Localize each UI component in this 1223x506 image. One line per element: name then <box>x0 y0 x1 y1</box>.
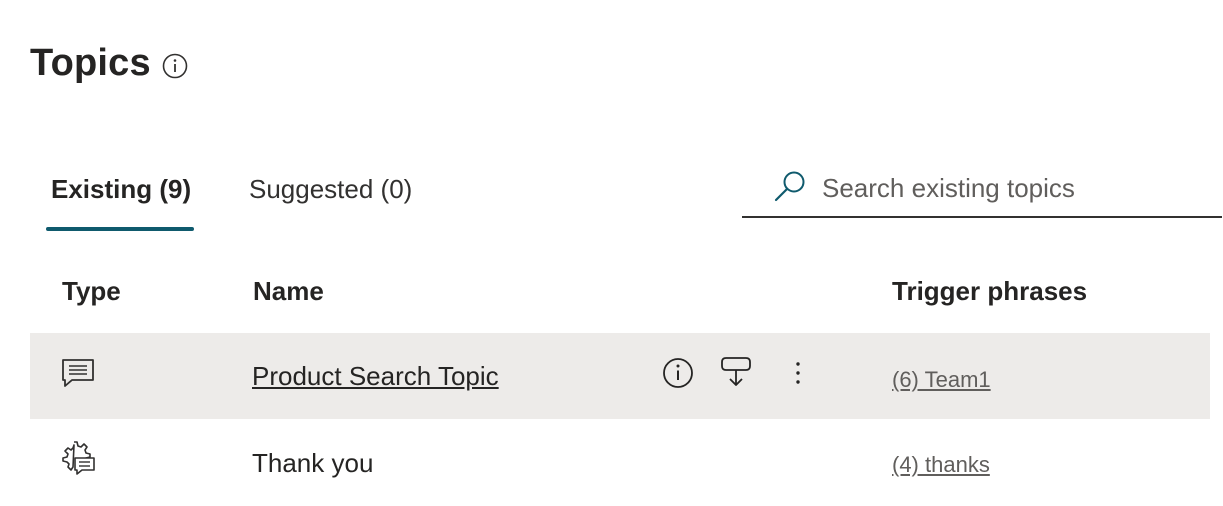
search-icon <box>773 168 809 204</box>
page-title: Topics <box>30 42 151 84</box>
system-topic-icon <box>60 440 96 476</box>
tab-suggested[interactable]: Suggested (0) <box>249 174 412 205</box>
trigger-phrases-link[interactable]: (4) thanks <box>892 452 990 478</box>
search-input[interactable] <box>822 168 1212 208</box>
info-icon[interactable] <box>660 355 696 391</box>
tab-existing[interactable]: Existing (9) <box>51 174 191 205</box>
column-header-trigger-phrases[interactable]: Trigger phrases <box>892 276 1087 307</box>
search-box <box>742 160 1222 218</box>
test-topic-icon[interactable] <box>718 355 754 391</box>
column-header-type[interactable]: Type <box>62 276 121 307</box>
more-options-icon[interactable] <box>780 355 816 391</box>
selected-tab-indicator <box>46 227 194 231</box>
table-row[interactable]: Thank you (4) thanks <box>30 420 1210 506</box>
trigger-phrases-link[interactable]: (6) Team1 <box>892 367 991 393</box>
table-row[interactable]: Product Search Topic (6) Team1 <box>30 333 1210 419</box>
topic-name-link[interactable]: Product Search Topic <box>252 361 499 392</box>
chat-message-icon <box>60 355 96 391</box>
info-icon[interactable] <box>162 53 188 79</box>
column-header-name[interactable]: Name <box>253 276 324 307</box>
topic-name[interactable]: Thank you <box>252 448 373 479</box>
